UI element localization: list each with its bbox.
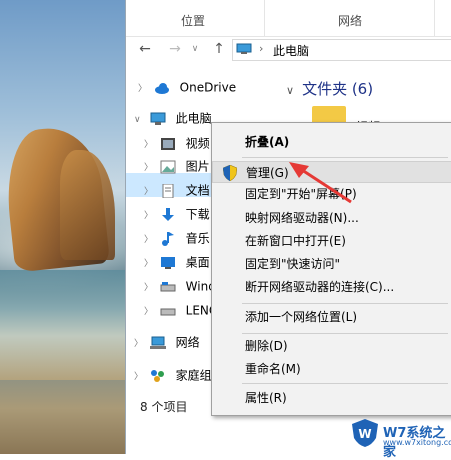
address-bar[interactable]: › 此电脑 — [232, 39, 451, 61]
up-arrow-icon[interactable]: ↑ — [210, 40, 228, 58]
expand-chevron-icon[interactable]: 〉 — [138, 78, 150, 100]
nav-item-label: 图片 — [185, 159, 210, 174]
drive-icon — [160, 308, 176, 315]
documents-icon — [162, 183, 174, 198]
menu-item-label: 删除(D) — [245, 339, 288, 353]
expand-chevron-icon[interactable]: 〉 — [134, 333, 146, 355]
nav-item-label: 音乐 — [185, 231, 210, 246]
svg-text:W: W — [358, 427, 371, 441]
column-divider — [434, 0, 435, 36]
menu-item-map-network-drive[interactable]: 映射网络驱动器(N)... — [212, 207, 451, 229]
menu-separator — [242, 303, 448, 304]
menu-item-label: 添加一个网络位置(L) — [245, 310, 358, 324]
nav-item-label: 文档 — [185, 183, 210, 198]
watermark-url: www.w7xitong.com — [383, 438, 451, 447]
computer-icon — [150, 112, 166, 125]
nav-item-label: 网络 — [175, 335, 200, 350]
forward-arrow-icon[interactable]: → — [166, 40, 184, 58]
column-header-location[interactable]: 位置 — [181, 12, 205, 29]
expand-chevron-icon[interactable]: 〉 — [144, 301, 156, 323]
nav-item-label: OneDrive — [179, 80, 237, 95]
sea-scenery — [0, 270, 130, 380]
menu-separator — [242, 383, 448, 384]
column-header-network[interactable]: 网络 — [338, 12, 362, 29]
uac-shield-icon — [223, 165, 237, 181]
folders-section-header[interactable]: ∨ 文件夹 (6) — [286, 78, 373, 99]
breadcrumb-this-pc[interactable]: 此电脑 — [273, 42, 309, 59]
nav-item-label: 家庭组 — [175, 368, 212, 383]
collapse-chevron-icon[interactable]: ∨ — [134, 109, 146, 131]
column-divider — [264, 0, 265, 36]
menu-item-collapse[interactable]: 折叠(A) — [212, 131, 451, 153]
expand-chevron-icon[interactable]: 〉 — [144, 134, 156, 156]
nav-item-lenovo-drive[interactable]: 〉 LENO — [144, 299, 218, 321]
menu-item-label: 固定到"快速访问" — [245, 257, 341, 271]
menu-item-pin-quick-access[interactable]: 固定到"快速访问" — [212, 253, 451, 275]
nav-item-downloads[interactable]: 〉 下载 — [144, 203, 210, 225]
expand-chevron-icon[interactable]: 〉 — [144, 205, 156, 227]
homegroup-icon — [150, 369, 164, 382]
collapse-chevron-icon[interactable]: ∨ — [286, 84, 294, 97]
menu-item-label: 管理(G) — [246, 166, 289, 180]
drive-icon — [160, 281, 176, 291]
music-icon — [161, 231, 174, 246]
desktop-icon — [160, 256, 175, 269]
computer-icon — [236, 43, 252, 54]
expand-chevron-icon[interactable]: 〉 — [144, 253, 156, 275]
nav-item-desktop[interactable]: 〉 桌面 — [144, 251, 210, 273]
status-item-count: 8 个项目 — [140, 400, 188, 414]
nav-item-label: 此电脑 — [175, 111, 212, 126]
nav-item-label: 下载 — [185, 207, 210, 222]
site-watermark: W W7系统之家 www.w7xitong.com — [350, 418, 451, 460]
nav-item-label: 视频 — [185, 136, 210, 151]
menu-item-add-network-location[interactable]: 添加一个网络位置(L) — [212, 306, 451, 328]
column-header-bar: 位置 网络 — [126, 0, 451, 37]
menu-item-label: 映射网络驱动器(N)... — [245, 211, 359, 225]
folders-section-label: 文件夹 (6) — [302, 80, 374, 98]
menu-item-label: 在新窗口中打开(E) — [245, 234, 346, 248]
rock-scenery-2 — [60, 150, 115, 260]
nav-item-pictures[interactable]: 〉 图片 — [144, 155, 210, 177]
menu-item-label: 重命名(M) — [245, 362, 301, 376]
network-icon — [149, 336, 166, 349]
back-arrow-icon[interactable]: ← — [136, 40, 154, 58]
nav-item-homegroup[interactable]: 〉 家庭组 — [134, 364, 212, 386]
download-icon — [161, 207, 174, 221]
expand-chevron-icon[interactable]: 〉 — [144, 181, 156, 203]
expand-chevron-icon[interactable]: 〉 — [144, 229, 156, 251]
nav-item-music[interactable]: 〉 音乐 — [144, 227, 210, 249]
menu-item-open-new-window[interactable]: 在新窗口中打开(E) — [212, 230, 451, 252]
nav-item-label: 桌面 — [185, 255, 210, 270]
expand-chevron-icon[interactable]: 〉 — [144, 157, 156, 179]
recent-locations-chevron-icon[interactable]: ∨ — [186, 40, 204, 58]
nav-item-onedrive[interactable]: 〉 OneDrive — [138, 76, 236, 98]
menu-item-label: 断开网络驱动器的连接(C)... — [245, 280, 395, 294]
red-pointer-arrow-icon — [289, 162, 352, 204]
menu-item-label: 属性(R) — [245, 391, 287, 405]
menu-separator — [242, 333, 448, 334]
nav-item-network[interactable]: 〉 网络 — [134, 331, 200, 353]
menu-item-delete[interactable]: 删除(D) — [212, 335, 451, 357]
cloud-icon — [154, 82, 169, 94]
nav-item-videos[interactable]: 〉 视频 — [144, 132, 210, 154]
expand-chevron-icon[interactable]: 〉 — [134, 366, 146, 388]
menu-item-properties[interactable]: 属性(R) — [212, 387, 451, 409]
video-icon — [160, 137, 175, 150]
nav-item-this-pc[interactable]: ∨ 此电脑 — [134, 107, 212, 129]
breadcrumb-chevron-icon[interactable]: › — [259, 42, 263, 55]
menu-item-disconnect-network-drive[interactable]: 断开网络驱动器的连接(C)... — [212, 276, 451, 298]
nav-item-documents[interactable]: 〉 文档 — [144, 179, 210, 201]
menu-item-label: 折叠(A) — [245, 135, 290, 149]
navigation-bar: ← → ∨ ↑ › 此电脑 — [126, 37, 451, 63]
w7-logo-icon: W — [352, 419, 378, 447]
menu-item-rename[interactable]: 重命名(M) — [212, 358, 451, 380]
expand-chevron-icon[interactable]: 〉 — [144, 277, 156, 299]
pictures-icon — [160, 160, 176, 173]
